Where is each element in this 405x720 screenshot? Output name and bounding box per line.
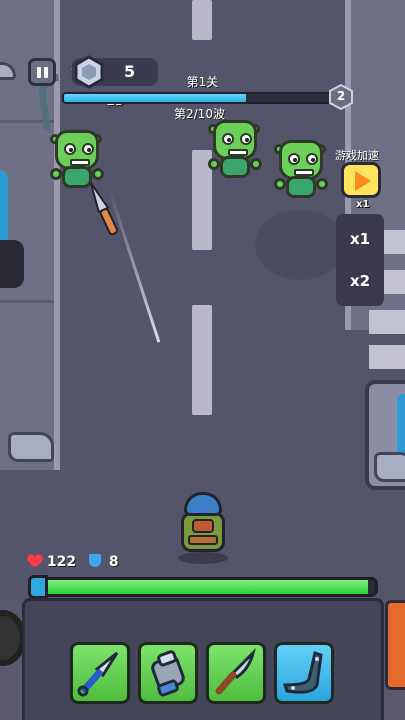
drill-icon [151,650,185,697]
hp-value: 122 [46,554,77,570]
crosswalk-stripe [369,345,405,369]
speed-option-x1[interactable]: x1 [336,230,384,248]
rock [374,452,405,482]
zombie-enemy [274,140,328,202]
zombie-enemy [208,120,262,182]
player-character [178,492,228,564]
player-stats: 122 8 [28,554,119,570]
heart-icon [28,555,42,567]
weapon-slot-kunai[interactable] [70,642,130,704]
speed-option-x2[interactable]: x2 [336,272,384,290]
zombie-enemy [50,130,104,192]
weapon-slot-drill[interactable] [138,642,198,704]
knife-icon [215,648,256,695]
weapon-slot-boomerang[interactable] [274,642,334,704]
weapon-slot-knife[interactable] [206,642,266,704]
shield-value: 8 [108,554,119,570]
speed-play-button[interactable]: x1 [341,162,381,210]
shield-icon [88,554,101,567]
current-speed-label: x1 [356,199,370,210]
speed-options-panel: x1 x2 [336,214,384,306]
level-progress-fill [64,94,247,102]
play-icon [355,171,371,191]
knife-trail [108,189,161,343]
lane-marking [192,305,212,415]
hp-bar [28,577,378,597]
hp-bar-fill [31,580,369,594]
kunai-icon [77,651,119,697]
sidewalk-tile-line [0,300,54,303]
puddle [255,210,345,280]
speed-up-title: 游戏加速 [335,149,379,162]
barrel-prop [385,600,405,690]
next-level-number: 2 [336,89,346,103]
wave-label: 第2/10波 [174,107,225,121]
lane-marking [192,0,212,40]
crosswalk-stripe [369,310,405,334]
hp-bar-cap [28,575,48,599]
boomerang-icon [282,651,323,694]
rock [8,432,54,462]
trash-bag [0,240,24,288]
level-progress-bar [62,92,334,104]
